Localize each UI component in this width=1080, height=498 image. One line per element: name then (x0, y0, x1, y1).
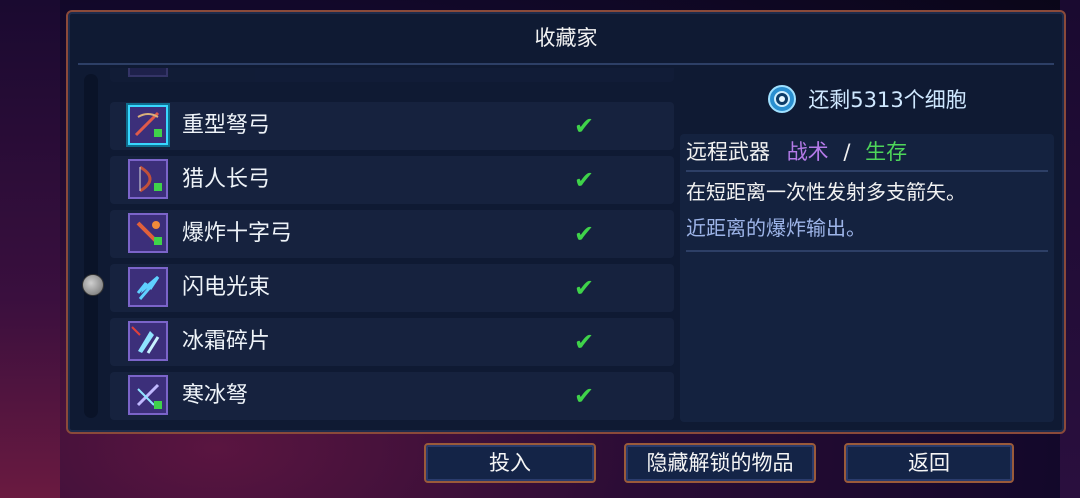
explosive-crossbow-icon (128, 213, 168, 253)
lightning-beam-icon (128, 267, 168, 307)
unlocked-check-icon: ✔ (573, 166, 595, 194)
invest-button[interactable]: 投入 (424, 443, 596, 483)
survival-tag: 生存 (865, 140, 908, 164)
category-label: 远程武器 (686, 140, 770, 164)
list-item[interactable] (110, 68, 674, 82)
heavy-crossbow-icon (128, 105, 168, 145)
category-row: 远程武器 战术 / 生存 (686, 134, 1048, 172)
list-item[interactable]: 爆炸十字弓 ✔ (110, 210, 674, 258)
unlocked-check-icon: ✔ (573, 328, 595, 356)
item-name: 重型弩弓 (182, 113, 271, 138)
collector-panel: 收藏家 重型弩弓 ✔ 猎人长弓 ✔ 爆炸十字弓 ✔ 闪电光束 ✔ 冰霜碎片 ✔ … (66, 10, 1066, 434)
item-name: 爆炸十字弓 (182, 221, 293, 246)
hunters-longbow-icon (128, 159, 168, 199)
cell-icon (767, 84, 797, 114)
list-item[interactable]: 重型弩弓 ✔ (110, 102, 674, 150)
hide-unlocked-button[interactable]: 隐藏解锁的物品 (624, 443, 816, 483)
ice-crossbow-icon (128, 375, 168, 415)
list-item[interactable]: 寒冰弩 ✔ (110, 372, 674, 420)
unlocked-check-icon: ✔ (573, 274, 595, 302)
item-name: 闪电光束 (182, 275, 271, 300)
unlocked-check-icon: ✔ (573, 382, 595, 410)
unlocked-check-icon: ✔ (573, 220, 595, 248)
item-name: 猎人长弓 (182, 167, 271, 192)
item-detail: 还剩5313个细胞 远程武器 战术 / 生存 在短距离一次性发射多支箭矢。 近距… (680, 68, 1054, 422)
item-name: 寒冰弩 (182, 383, 249, 408)
tactic-tag: 战术 (786, 140, 829, 164)
item-icon (128, 68, 168, 77)
title-divider (78, 63, 1054, 65)
back-button[interactable]: 返回 (844, 443, 1014, 483)
list-item[interactable]: 闪电光束 ✔ (110, 264, 674, 312)
item-description: 在短距离一次性发射多支箭矢。 (686, 180, 966, 204)
cells-counter: 还剩5313个细胞 (680, 84, 1054, 120)
scrollbar-track[interactable] (84, 74, 98, 418)
item-name: 冰霜碎片 (182, 329, 271, 354)
background-left (0, 0, 60, 498)
item-description-extra: 近距离的爆炸输出。 (686, 212, 1048, 252)
cells-remaining: 还剩5313个细胞 (808, 88, 967, 112)
list-item[interactable]: 猎人长弓 ✔ (110, 156, 674, 204)
list-item[interactable]: 冰霜碎片 ✔ (110, 318, 674, 366)
item-list[interactable]: 重型弩弓 ✔ 猎人长弓 ✔ 爆炸十字弓 ✔ 闪电光束 ✔ 冰霜碎片 ✔ 寒冰弩 … (76, 68, 674, 420)
scrollbar-knob[interactable] (82, 274, 104, 296)
panel-title: 收藏家 (534, 26, 598, 50)
unlocked-check-icon: ✔ (573, 112, 595, 140)
info-box: 远程武器 战术 / 生存 在短距离一次性发射多支箭矢。 近距离的爆炸输出。 (680, 134, 1054, 422)
ice-shards-icon (128, 321, 168, 361)
tag-separator: / (843, 140, 851, 164)
